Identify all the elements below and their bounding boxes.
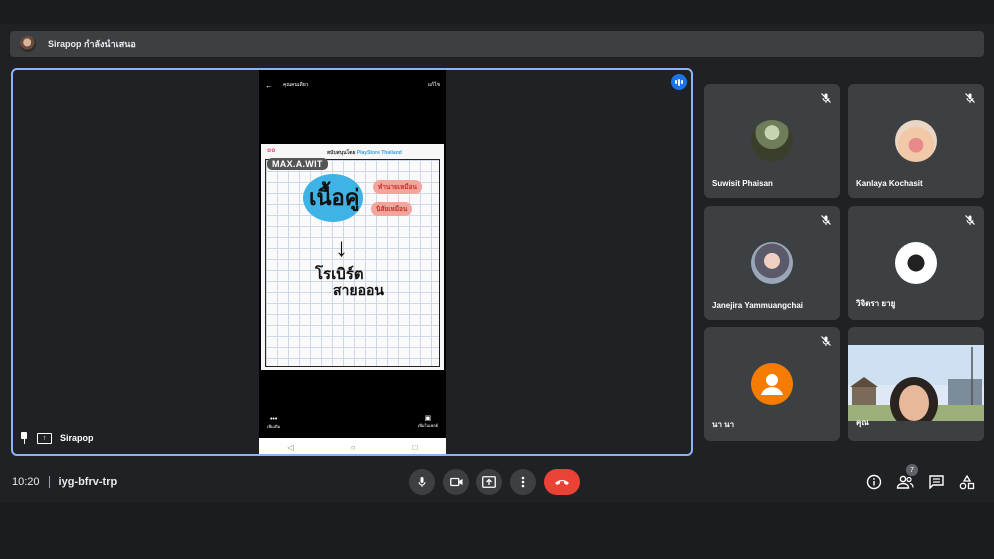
- shared-screen-actions: ••• เพิ่มเติม ▣ เพิ่มในเพลย์: [259, 410, 446, 438]
- chat-button[interactable]: [927, 473, 945, 491]
- participant-name: คุณ: [856, 418, 869, 427]
- participant-name: Janejira Yammuangchai: [712, 301, 804, 310]
- presenting-banner-text: Sirapop กำลังนำเสนอ: [48, 39, 136, 49]
- default-user-avatar-icon: [751, 363, 793, 405]
- camera-button[interactable]: [443, 469, 469, 495]
- mic-off-icon: [964, 92, 976, 104]
- participant-tile[interactable]: Janejira Yammuangchai: [704, 206, 840, 320]
- meet-window: Sirapop กำลังนำเสนอ ← คุณคนเดียว แก้ไข ✿…: [0, 0, 994, 559]
- participant-avatar: [895, 120, 937, 162]
- poster-sponsor: สนับสนุนโดย PlayStore Thailand: [327, 150, 402, 156]
- mic-off-icon: [820, 92, 832, 104]
- participant-tile[interactable]: นา นา: [704, 327, 840, 441]
- poster-pill-2: นิสัยเหมือน: [371, 202, 413, 216]
- pin-icon[interactable]: [19, 432, 29, 444]
- present-screen-icon: [482, 476, 496, 488]
- presentation-stage[interactable]: ← คุณคนเดียว แก้ไข ✿✿ สนับสนุนโดย PlaySt…: [11, 68, 693, 456]
- more-options-icon: [521, 476, 525, 488]
- participant-count-badge: 7: [906, 464, 918, 476]
- poster-pill-1: ทำนายเหมือน: [373, 180, 422, 194]
- participant-avatar: [751, 242, 793, 284]
- add-video-icon: ▣: [424, 415, 432, 422]
- top-bar: [0, 0, 994, 24]
- poster-brand-tag: MAX.A.WIT: [267, 158, 328, 170]
- meeting-time: 10:20: [12, 476, 40, 488]
- poster-line-2: สายออน: [333, 282, 384, 298]
- end-call-icon: [555, 480, 569, 485]
- participant-name: นา นา: [712, 420, 735, 429]
- stage-presenter-name: Sirapop: [60, 433, 94, 443]
- add-action: ▣ เพิ่มในเพลย์: [417, 415, 438, 428]
- shared-poster: ✿✿ สนับสนุนโดย PlayStore Thailand MAX.A.…: [261, 144, 444, 370]
- shared-screen: ← คุณคนเดียว แก้ไข ✿✿ สนับสนุนโดย PlaySt…: [259, 70, 446, 454]
- activities-button[interactable]: [958, 473, 976, 491]
- more-options-button[interactable]: [510, 469, 536, 495]
- stage-footer: ↑ Sirapop: [19, 432, 94, 444]
- participant-tile[interactable]: วิจิตรา ยายู: [848, 206, 984, 320]
- poster-arrow: ↓: [335, 232, 348, 262]
- participant-name: Suwisit Phaisan: [712, 179, 773, 188]
- dots-icon: •••: [269, 416, 278, 423]
- shared-screen-edit: แก้ไข: [427, 82, 440, 88]
- presenting-banner: Sirapop กำลังนำเสนอ: [10, 31, 984, 57]
- poster-brand-small: ✿✿: [267, 148, 276, 154]
- present-screen-button[interactable]: [476, 469, 502, 495]
- participant-tile[interactable]: Suwisit Phaisan: [704, 84, 840, 198]
- meeting-info: 10:20 iyg-bfrv-trp: [12, 476, 117, 488]
- android-nav-bar: ◁ ○ □: [259, 438, 446, 454]
- mic-off-icon: [964, 214, 976, 226]
- footer-area: [0, 503, 994, 559]
- shared-screen-header: ← คุณคนเดียว แก้ไข: [259, 70, 446, 100]
- participant-tile[interactable]: Kanlaya Kochasit: [848, 84, 984, 198]
- nav-back-icon: ◁: [287, 442, 294, 452]
- participant-avatar: [751, 120, 793, 162]
- shared-screen-title: คุณคนเดียว: [283, 82, 309, 88]
- presenting-icon: ↑: [37, 432, 52, 444]
- meeting-code: iyg-bfrv-trp: [58, 476, 118, 488]
- info-icon: [866, 474, 882, 490]
- meeting-details-button[interactable]: [865, 473, 883, 491]
- activities-icon: [959, 474, 975, 489]
- speaking-indicator-icon: [671, 74, 687, 90]
- camera-icon: [449, 477, 462, 487]
- control-bar: 10:20 iyg-bfrv-trp: [0, 462, 994, 502]
- divider: [48, 476, 50, 488]
- microphone-button[interactable]: [409, 469, 435, 495]
- end-call-button[interactable]: [544, 469, 580, 495]
- mic-off-icon: [820, 214, 832, 226]
- participant-avatar: [895, 242, 937, 284]
- mic-off-icon: [820, 335, 832, 347]
- nav-recents-icon: □: [412, 442, 418, 452]
- people-icon: [896, 475, 914, 489]
- presenter-avatar: [20, 36, 36, 52]
- participant-name: Kanlaya Kochasit: [856, 179, 923, 188]
- microphone-icon: [418, 477, 426, 487]
- participant-name: วิจิตรา ยายู: [856, 299, 896, 308]
- chat-icon: [928, 475, 944, 489]
- self-tile[interactable]: คุณ: [848, 327, 984, 441]
- more-action: ••• เพิ่มเติม: [267, 416, 281, 429]
- back-arrow-icon: ←: [265, 80, 273, 90]
- nav-home-icon: ○: [350, 442, 356, 452]
- poster-headline: เนื้อคู่: [309, 185, 360, 210]
